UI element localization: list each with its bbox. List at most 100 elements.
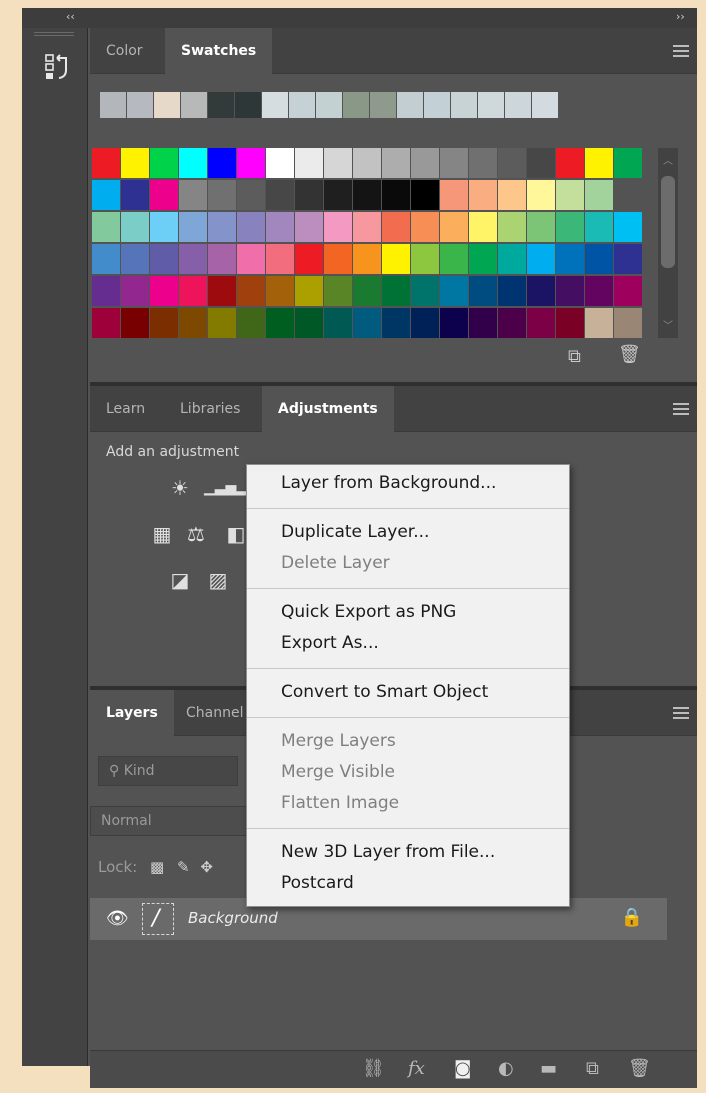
swatch[interactable] <box>324 308 352 338</box>
delete-layer-icon[interactable]: 🗑 <box>628 1058 651 1079</box>
swatch[interactable] <box>295 212 323 242</box>
swatch[interactable] <box>208 212 236 242</box>
swatch[interactable] <box>440 308 468 338</box>
swatch[interactable] <box>556 276 584 306</box>
swatch[interactable] <box>614 276 642 306</box>
swatch[interactable] <box>527 276 555 306</box>
fx-icon[interactable]: fx <box>408 1058 425 1079</box>
swatch[interactable] <box>208 276 236 306</box>
swatch[interactable] <box>179 244 207 274</box>
swatch[interactable] <box>469 148 497 178</box>
swatch[interactable] <box>614 212 642 242</box>
swatch[interactable] <box>121 276 149 306</box>
swatch[interactable] <box>121 180 149 210</box>
menu-item-new-3d-layer-from-file[interactable]: New 3D Layer from File... <box>281 842 495 862</box>
swatch[interactable] <box>208 244 236 274</box>
layer-filter-field[interactable]: ⚲ Kind <box>98 756 238 786</box>
swatch[interactable] <box>527 148 555 178</box>
recent-swatch[interactable] <box>478 92 504 118</box>
swatch[interactable] <box>382 244 410 274</box>
swatch[interactable] <box>179 180 207 210</box>
tab-adjustments[interactable]: Adjustments <box>262 386 394 432</box>
swatch[interactable] <box>150 308 178 338</box>
swatch[interactable] <box>208 180 236 210</box>
recent-swatch[interactable] <box>316 92 342 118</box>
swatch[interactable] <box>556 180 584 210</box>
swatch[interactable] <box>382 212 410 242</box>
layer-name[interactable]: Background <box>188 909 278 927</box>
tab-color[interactable]: Color <box>90 28 159 74</box>
swatch[interactable] <box>295 308 323 338</box>
swatch[interactable] <box>527 244 555 274</box>
swatch[interactable] <box>527 212 555 242</box>
swatch[interactable] <box>498 276 526 306</box>
swatch[interactable] <box>498 148 526 178</box>
recent-swatch[interactable] <box>532 92 558 118</box>
swatch[interactable] <box>237 148 265 178</box>
swatch[interactable] <box>208 308 236 338</box>
tab-swatches[interactable]: Swatches <box>165 28 273 74</box>
swatch[interactable] <box>150 212 178 242</box>
swatch[interactable] <box>585 180 613 210</box>
swatch[interactable] <box>121 244 149 274</box>
eye-icon[interactable]: 👁 <box>106 908 129 929</box>
gradient-map-icon[interactable]: ▨ <box>204 566 232 594</box>
swatch[interactable] <box>440 148 468 178</box>
tab-learn[interactable]: Learn <box>90 386 161 432</box>
swatch[interactable] <box>498 212 526 242</box>
swatch[interactable] <box>92 180 120 210</box>
new-swatch-icon[interactable]: ⧉ <box>568 346 581 367</box>
swatch[interactable] <box>469 244 497 274</box>
swatch[interactable] <box>527 180 555 210</box>
swatch[interactable] <box>121 148 149 178</box>
swatch[interactable] <box>237 276 265 306</box>
swatch[interactable] <box>498 244 526 274</box>
lock-position-icon[interactable]: ✥ <box>200 858 213 876</box>
swatch[interactable] <box>179 308 207 338</box>
link-layers-icon[interactable]: ⛓ <box>362 1058 385 1079</box>
swatch[interactable] <box>237 212 265 242</box>
swatch[interactable] <box>266 276 294 306</box>
scroll-down-icon[interactable]: ﹀ <box>663 317 673 332</box>
swatch[interactable] <box>411 308 439 338</box>
scroll-up-icon[interactable]: ︿ <box>663 152 673 167</box>
recent-swatch[interactable] <box>424 92 450 118</box>
menu-item-export-as[interactable]: Export As... <box>281 633 379 653</box>
swatch[interactable] <box>440 276 468 306</box>
scroll-thumb[interactable] <box>661 176 675 268</box>
collapse-right-icon[interactable]: ›› <box>676 10 685 23</box>
swatch[interactable] <box>150 180 178 210</box>
recent-swatch[interactable] <box>397 92 423 118</box>
swatch[interactable] <box>556 212 584 242</box>
swatch[interactable] <box>150 148 178 178</box>
recent-swatch[interactable] <box>289 92 315 118</box>
swatch[interactable] <box>469 180 497 210</box>
color-balance-icon[interactable]: ⚖ <box>182 520 210 548</box>
swatch[interactable] <box>585 244 613 274</box>
swatch[interactable] <box>295 244 323 274</box>
recent-swatch[interactable] <box>235 92 261 118</box>
panel-menu-icon[interactable] <box>673 403 689 415</box>
swatch[interactable] <box>295 276 323 306</box>
history-panel-icon[interactable] <box>44 52 70 82</box>
recent-swatch[interactable] <box>451 92 477 118</box>
swatch[interactable] <box>324 148 352 178</box>
swatch[interactable] <box>266 308 294 338</box>
recent-swatch[interactable] <box>505 92 531 118</box>
layer-mask-icon[interactable]: ◙ <box>454 1058 471 1079</box>
swatch[interactable] <box>179 212 207 242</box>
swatch[interactable] <box>92 244 120 274</box>
swatch[interactable] <box>92 308 120 338</box>
swatch[interactable] <box>469 212 497 242</box>
menu-item-duplicate-layer[interactable]: Duplicate Layer... <box>281 522 429 542</box>
swatch[interactable] <box>150 276 178 306</box>
swatch[interactable] <box>411 148 439 178</box>
swatch[interactable] <box>324 212 352 242</box>
swatch[interactable] <box>614 148 642 178</box>
lock-pixels-icon[interactable]: ✎ <box>177 858 190 876</box>
swatch[interactable] <box>179 276 207 306</box>
swatch[interactable] <box>237 308 265 338</box>
swatch[interactable] <box>585 276 613 306</box>
swatch[interactable] <box>237 244 265 274</box>
swatch[interactable] <box>266 148 294 178</box>
